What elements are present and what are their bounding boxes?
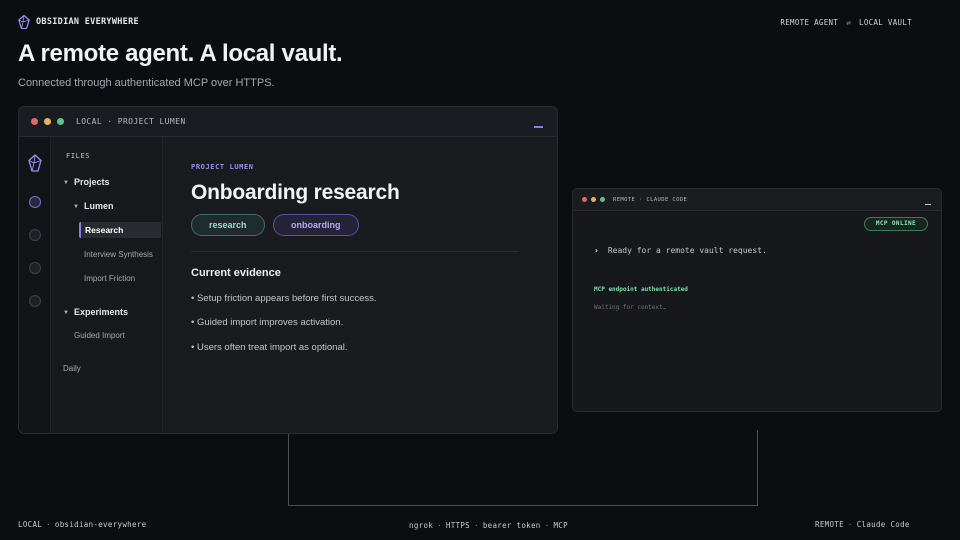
close-window-button[interactable] <box>582 197 587 202</box>
folder-label: Projects <box>73 177 110 187</box>
file-interview-synthesis[interactable]: Interview Synthesis <box>84 250 153 259</box>
ribbon-files-icon[interactable] <box>29 196 41 208</box>
bullet-item: • Guided import improves activation. <box>191 317 344 328</box>
footer-bearer: bearer token <box>482 521 541 530</box>
divider <box>191 251 519 252</box>
swap-icon: ⇄ <box>846 17 852 27</box>
tag-research[interactable]: research <box>191 214 265 236</box>
files-heading: FILES <box>66 152 91 160</box>
folder-label: Lumen <box>83 201 114 211</box>
hero-title: A remote agent. A local vault. <box>18 40 343 67</box>
note-title: Onboarding research <box>191 181 400 204</box>
minimize-window-button[interactable] <box>591 197 596 202</box>
folder-experiments[interactable]: ▼ Experiments <box>63 307 128 317</box>
footer-https: HTTPS <box>445 521 470 530</box>
folder-lumen[interactable]: ▼ Lumen <box>73 201 113 211</box>
bullet-item: • Users often treat import as optional. <box>191 342 348 353</box>
chevron-down-icon: ▼ <box>73 204 79 210</box>
ribbon-settings-icon[interactable] <box>29 295 41 307</box>
remote-agent-label: REMOTE AGENT <box>780 17 839 27</box>
footer-sep: · <box>473 521 479 530</box>
auth-status: MCP endpoint authenticated <box>594 286 688 293</box>
footer-remote-name: Claude Code <box>856 520 910 529</box>
remote-window-title: REMOTE · CLAUDE CODE <box>613 196 688 203</box>
obsidian-logo-icon <box>18 15 30 29</box>
mcp-status-badge: MCP ONLINE <box>863 217 928 231</box>
footer-ngrok: ngrok <box>409 521 434 530</box>
terminal-line: › Ready for a remote vault request. <box>594 246 767 255</box>
footer-right: REMOTE · Claude Code <box>815 520 910 529</box>
minimize-window-button[interactable] <box>44 118 51 125</box>
top-bar: OBSIDIAN EVERYWHERE REMOTE AGENT ⇄ LOCAL… <box>18 14 912 30</box>
note-editor[interactable]: PROJECT LUMEN Onboarding research resear… <box>163 137 557 433</box>
footer-sep: · <box>847 520 853 529</box>
brand: OBSIDIAN EVERYWHERE <box>18 15 139 29</box>
bullet-item: • Setup friction appears before first su… <box>191 293 377 304</box>
footer-sep: · <box>544 521 550 530</box>
file-import-friction[interactable]: Import Friction <box>84 274 135 283</box>
connection-line <box>288 430 758 506</box>
prompt-icon: › <box>594 246 599 255</box>
chevron-down-icon: ▼ <box>63 180 69 186</box>
footer-local-name: obsidian-everywhere <box>54 520 147 529</box>
footer-sep: · <box>437 521 442 530</box>
footer-mcp: MCP <box>553 521 568 530</box>
section-heading: Current evidence <box>191 267 281 279</box>
footer-local-label: LOCAL <box>18 520 43 529</box>
waiting-status: Waiting for context… <box>594 304 667 311</box>
close-window-button[interactable] <box>31 118 38 125</box>
brand-name: OBSIDIAN EVERYWHERE <box>36 17 139 27</box>
local-titlebar: LOCAL · PROJECT LUMEN <box>19 107 557 137</box>
remote-window: REMOTE · CLAUDE CODE MCP ONLINE › Ready f… <box>572 188 942 412</box>
maximize-window-button[interactable] <box>57 118 64 125</box>
terminal-text: Ready for a remote vault request. <box>607 246 767 255</box>
minimize-icon[interactable] <box>925 204 931 205</box>
hero-subtitle: Connected through authenticated MCP over… <box>18 77 275 89</box>
chevron-down-icon: ▼ <box>63 310 69 316</box>
footer-left: LOCAL · obsidian-everywhere <box>18 520 146 529</box>
local-window-title: LOCAL · PROJECT LUMEN <box>76 117 186 126</box>
local-window: LOCAL · PROJECT LUMEN FILES ▼ Projects ▼ L… <box>18 106 558 434</box>
local-vault-label: LOCAL VAULT <box>859 17 912 27</box>
file-explorer: FILES ▼ Projects ▼ Lumen Research Intervie… <box>51 137 163 433</box>
connection-label: REMOTE AGENT ⇄ LOCAL VAULT <box>780 18 912 27</box>
remote-titlebar: REMOTE · CLAUDE CODE <box>573 189 941 211</box>
folder-label: Experiments <box>73 307 128 317</box>
project-label: PROJECT LUMEN <box>191 163 254 171</box>
tag-onboarding[interactable]: onboarding <box>273 214 359 236</box>
file-guided-import[interactable]: Guided Import <box>74 331 125 340</box>
obsidian-rail-icon[interactable] <box>28 154 42 172</box>
folder-projects[interactable]: ▼ Projects <box>63 177 109 187</box>
file-research[interactable]: Research <box>79 222 161 238</box>
ribbon <box>19 137 51 433</box>
footer-center: ngrok · HTTPS · bearer token · MCP <box>409 521 568 530</box>
footer-sep: · <box>46 520 51 529</box>
ribbon-graph-icon[interactable] <box>29 262 41 274</box>
maximize-window-button[interactable] <box>600 197 605 202</box>
folder-daily[interactable]: Daily <box>63 364 81 373</box>
footer-remote-label: REMOTE <box>815 520 844 529</box>
minimize-icon[interactable] <box>534 126 543 128</box>
ribbon-search-icon[interactable] <box>29 229 41 241</box>
